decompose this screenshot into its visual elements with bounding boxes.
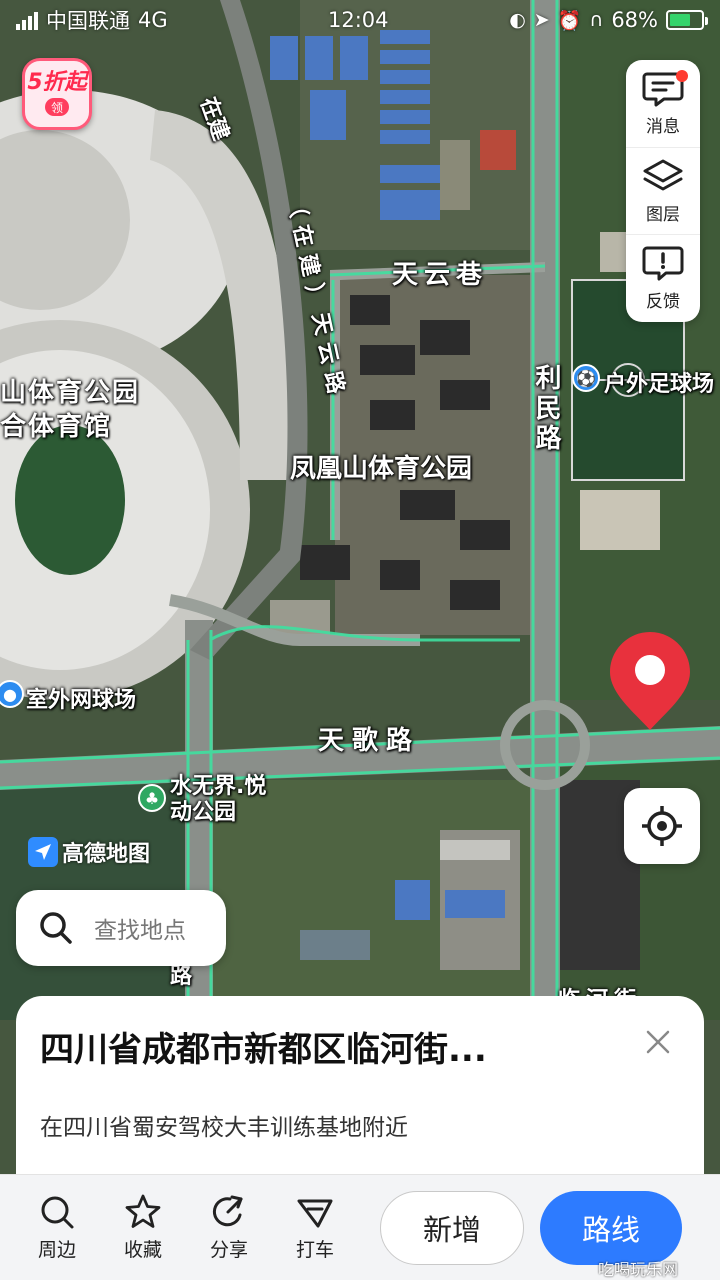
layers-label: 图层	[646, 204, 680, 225]
park-poi-icon[interactable]: ♣	[138, 784, 166, 812]
close-icon[interactable]	[642, 1026, 674, 1058]
battery-icon	[666, 10, 708, 30]
map-label-outdoor-football[interactable]: 户外足球场	[604, 366, 714, 398]
place-subtitle: 在四川省蜀安驾校大丰训练基地附近	[40, 1115, 408, 1141]
favorite-label: 收藏	[123, 1239, 162, 1261]
amap-logo: 高德地图	[28, 836, 150, 868]
taxi-button[interactable]: 打车	[280, 1193, 350, 1262]
messages-button[interactable]: 消息	[626, 60, 700, 147]
alarm-icon: ⏰	[557, 9, 582, 32]
map-label-limin-road: 利民路	[531, 364, 561, 454]
map-label-outdoor-tennis[interactable]: 室外网球场	[26, 682, 136, 714]
clock: 12:04	[328, 8, 389, 32]
route-button[interactable]: 路线	[540, 1191, 682, 1265]
football-poi-icon[interactable]: ⚽	[572, 364, 600, 392]
location-arrow-icon: ➤	[533, 9, 550, 31]
search-placeholder: 查找地点	[94, 918, 186, 944]
share-icon	[212, 1195, 243, 1227]
star-icon	[125, 1194, 161, 1228]
crosshair-icon	[642, 806, 682, 846]
feedback-label: 反馈	[646, 292, 680, 313]
messages-label: 消息	[646, 116, 680, 137]
feedback-button[interactable]: 反馈	[626, 234, 700, 322]
favorite-button[interactable]: 收藏	[108, 1193, 178, 1262]
map-label-water-park[interactable]: 水无界.悦动公园	[170, 774, 280, 826]
map-label-stadium-park: 山体育公园	[0, 378, 141, 408]
map-label-phoenix-park: 凤凰山体育公园	[290, 454, 473, 484]
my-location-button[interactable]	[624, 788, 700, 864]
cellular-signal-icon	[16, 10, 38, 30]
place-title: 四川省成都市新都区临河街...	[40, 1030, 487, 1070]
network-type: 4G	[138, 8, 168, 32]
promo-coin-icon: 领	[45, 98, 69, 116]
search-place-button[interactable]: 查找地点	[16, 890, 226, 966]
taxi-arrow-icon	[297, 1199, 333, 1228]
carrier-name: 中国联通	[46, 9, 130, 33]
nearby-label: 周边	[37, 1239, 76, 1261]
layers-icon	[643, 159, 683, 190]
taxi-label: 打车	[295, 1239, 334, 1261]
share-label: 分享	[209, 1239, 248, 1261]
promo-label: 5折起	[27, 70, 87, 95]
map-label-gymnasium: 合体育馆	[0, 412, 113, 442]
watermark: 吃喝玩乐网	[598, 1260, 679, 1279]
screen-lock-icon: ◐	[509, 9, 526, 31]
add-button[interactable]: 新增	[380, 1191, 524, 1265]
status-bar: 中国联通 4G 12:04 ◐ ➤ ⏰ ∩ 68%	[0, 0, 720, 40]
location-pin-icon[interactable]	[606, 628, 694, 732]
search-icon	[40, 912, 72, 944]
place-detail-card: 四川省成都市新都区临河街... 在四川省蜀安驾校大丰训练基地附近	[16, 996, 704, 1196]
search-icon	[41, 1196, 74, 1229]
notification-dot	[676, 70, 688, 82]
amap-logo-icon	[28, 837, 58, 867]
feedback-alert-icon	[642, 246, 684, 281]
amap-logo-text: 高德地图	[62, 842, 151, 867]
promo-badge[interactable]: 5折起 领	[22, 58, 92, 130]
map-label-tiange-road: 天歌路	[318, 726, 421, 756]
headphones-icon: ∩	[589, 9, 604, 31]
map-label-tianyun-lane: 天云巷	[392, 260, 489, 290]
battery-percent: 68%	[611, 8, 658, 32]
layers-button[interactable]: 图层	[626, 146, 700, 235]
share-button[interactable]: 分享	[194, 1193, 264, 1262]
nearby-button[interactable]: 周边	[22, 1193, 92, 1262]
map-control-panel: 消息 图层 反馈	[626, 60, 700, 322]
